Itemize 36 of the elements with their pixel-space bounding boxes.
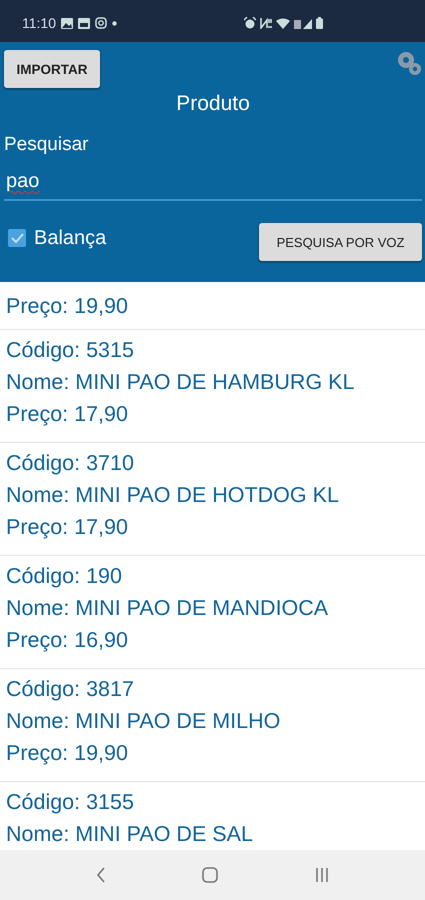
settings-icon[interactable] bbox=[396, 50, 422, 76]
product-detail: Preço: 17,90 bbox=[6, 514, 129, 541]
home-icon[interactable] bbox=[202, 867, 218, 883]
card-icon bbox=[78, 18, 90, 28]
product-detail: Código: 190 bbox=[6, 563, 123, 590]
product-detail: Nome: MINI PAO DE HOTDOG KL bbox=[6, 482, 340, 509]
product-detail: Nome: MINI PAO DE HAMBURG KL bbox=[6, 369, 356, 396]
product-detail: Nome: MINI PAO DE MANDIOCA bbox=[6, 595, 330, 622]
product-detail: Código: 3710 bbox=[6, 450, 135, 477]
dot-icon bbox=[112, 20, 117, 26]
product-detail: Código: 5315 bbox=[6, 337, 135, 364]
nfc-icon bbox=[260, 17, 272, 29]
search-label: Pesquisar bbox=[4, 134, 90, 156]
back-icon[interactable] bbox=[96, 867, 106, 883]
product-detail: Preço: 16,90 bbox=[6, 627, 129, 654]
recents-icon[interactable] bbox=[314, 867, 330, 883]
clock-time: 11:10 bbox=[22, 15, 56, 31]
search-field[interactable]: pao bbox=[4, 168, 422, 201]
product-detail: Código: 3155 bbox=[6, 789, 135, 816]
checkbox-label: Balança bbox=[34, 226, 106, 250]
image-icon bbox=[61, 18, 73, 28]
product-detail: Código: 3817 bbox=[6, 676, 135, 703]
product-detail: Preço: 19,90 bbox=[6, 740, 129, 767]
scale-checkbox[interactable] bbox=[8, 229, 26, 247]
signal-icon bbox=[294, 18, 312, 28]
camera-icon bbox=[95, 17, 107, 29]
alarm-icon bbox=[244, 17, 256, 29]
product-detail: Nome: MINI PAO DE MILHO bbox=[6, 708, 282, 735]
voice-search-button[interactable]: PESQUISA POR VOZ bbox=[259, 223, 422, 261]
wifi-icon bbox=[276, 18, 290, 28]
product-detail: Preço: 19,90 bbox=[6, 293, 129, 320]
battery-icon bbox=[316, 17, 323, 29]
screen-title: Produto bbox=[176, 92, 250, 116]
import-button[interactable]: IMPORTAR bbox=[4, 50, 100, 88]
product-detail: Preço: 17,90 bbox=[6, 401, 129, 428]
product-detail: Nome: MINI PAO DE SAL bbox=[6, 821, 254, 848]
